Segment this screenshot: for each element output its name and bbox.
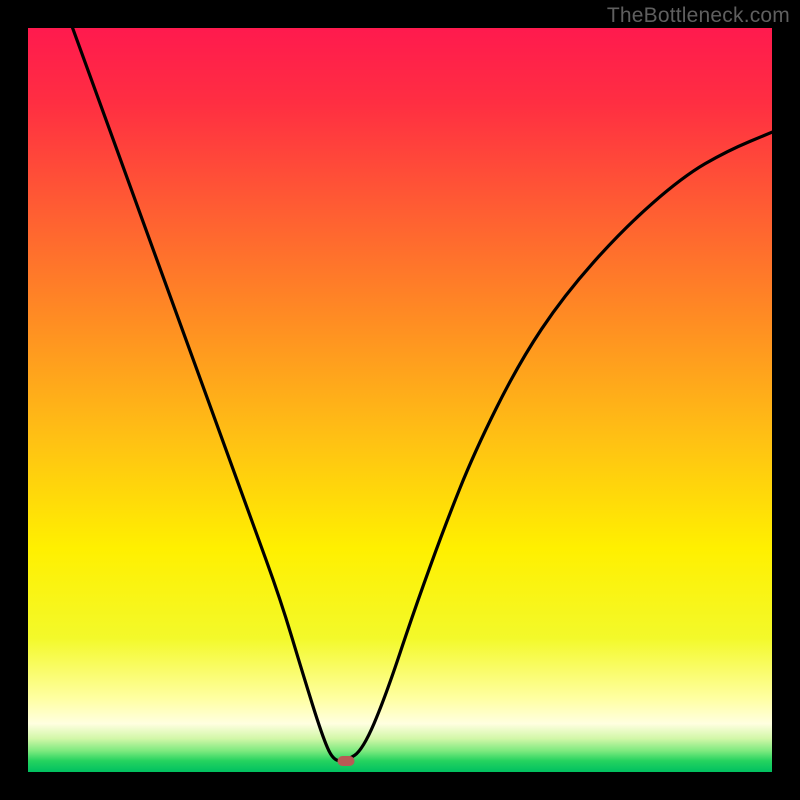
watermark-text: TheBottleneck.com: [607, 4, 790, 28]
optimal-point-marker: [338, 756, 355, 766]
bottleneck-curve: [28, 28, 772, 772]
plot-frame: [28, 28, 772, 772]
